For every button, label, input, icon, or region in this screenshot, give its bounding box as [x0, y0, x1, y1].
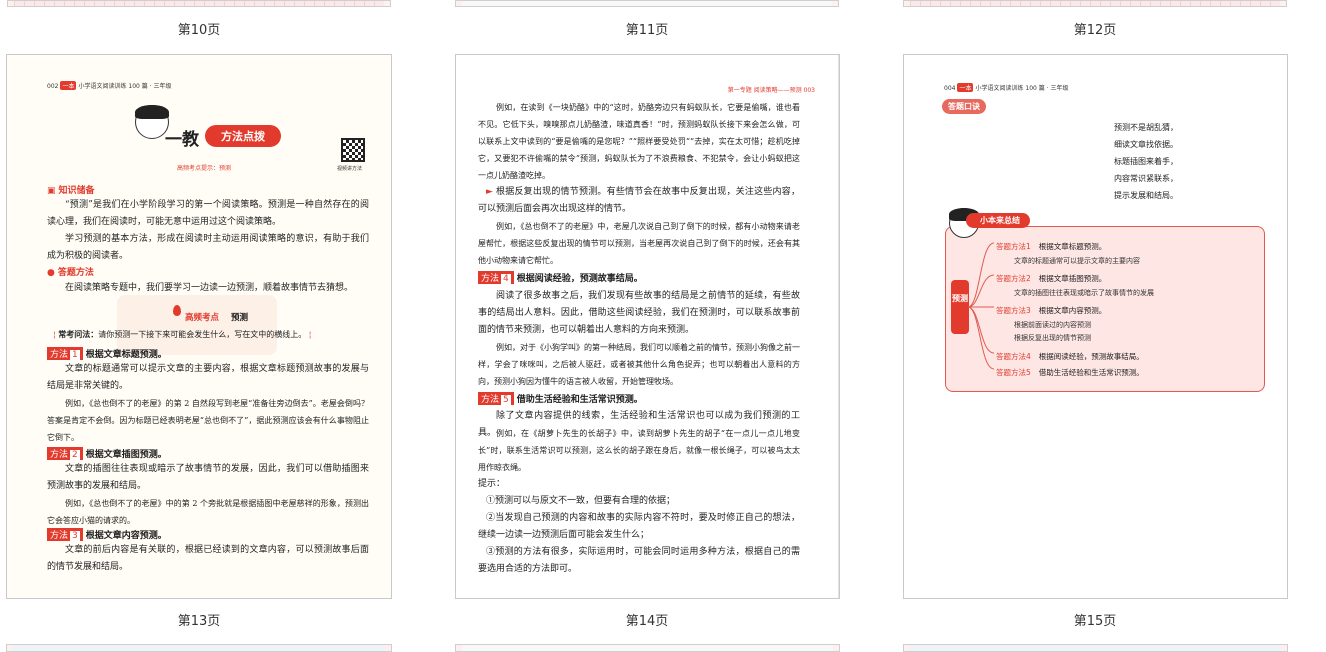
example-text: 例如，《总也倒不了的老屋》中的第 2 个旁批就是根据插图中老屋慈祥的形象，预测出…: [47, 499, 369, 525]
method-tag: 方法: [50, 450, 69, 460]
page-13-content: 002 一本 小学语文阅读训练 100 篇 · 三年级 一教 方法点拨 高频考点提示…: [7, 55, 391, 598]
paragraph: 阅读了很多故事之后，我们发现有些故事的结局是之前情节的延续，有些故事的结局出人意…: [478, 291, 800, 335]
running-head: 004: [944, 85, 956, 92]
book-title: 小学语文阅读训练 100 篇 · 三年级: [975, 85, 1069, 92]
method-tag: 方法: [50, 531, 69, 541]
tip-item: ②当发现自己预测的内容和故事的实际内容不符时，要及时修正自己的想法，继续一边读一…: [478, 513, 800, 540]
paragraph: 文章的前后内容是有关联的，根据已经读到的文章内容，可以预测故事后面的情节发展和结…: [47, 545, 369, 572]
paragraph: 在阅读策略专题中，我们要学习一边读一边预测，顺着故事情节去猜想。: [65, 283, 354, 293]
page-thumbnail-10[interactable]: [7, 0, 391, 7]
section-title: 方法点拨: [205, 125, 281, 147]
section-jiao: 一教: [165, 130, 199, 150]
location-pin-icon: ●: [47, 268, 55, 278]
ask-text: 请你预测一下接下来可能会发生什么，写在文中的横线上。: [98, 330, 307, 339]
paragraph: 学习预测的基本方法，形成在阅读时主动运用阅读策略的意识，有助于我们成为积极的阅读…: [47, 234, 369, 261]
method-tag: 方法: [50, 350, 69, 360]
method-tag: 方法: [481, 395, 500, 405]
mindmap-sub: 根据前面读过的内容预测: [1014, 321, 1091, 329]
poem-line: 提示发展和结局。: [1114, 191, 1178, 200]
mindmap-branches: [967, 242, 995, 370]
answer-rhyme-heading: 答题口诀: [942, 99, 986, 114]
method-number: 2: [70, 450, 80, 460]
page-label-12: 第12页: [1073, 23, 1117, 38]
example-text: 例如，《总也倒不了的老屋》中，老屋几次说自己到了倒下的时候，都有小动物来请老屋帮…: [478, 222, 800, 265]
method-number: 1: [70, 350, 80, 360]
knowledge-heading: 知识储备: [58, 186, 95, 196]
method-title: 借助生活经验和生活常识预测。: [516, 395, 643, 405]
page-label-15: 第15页: [1073, 614, 1117, 629]
method-title: 根据文章标题预测。: [85, 350, 167, 360]
example-text: 例如，对于《小狗学叫》的第一种结局，我们可以顺着之前的情节，预测小狗像之前一样，…: [478, 343, 800, 386]
page-edge: [838, 55, 839, 598]
page-thumbnail-15[interactable]: 004 一本 小学语文阅读训练 100 篇 · 三年级 答题口诀 预测不是胡乱猜， …: [903, 54, 1288, 599]
high-freq-label: 高频考点: [185, 313, 220, 323]
example-text: 例如，《总也倒不了的老屋》的第 2 自然段写到老屋“准备往旁边倒去”。老屋会倒吗…: [47, 399, 369, 442]
method-title: 根据阅读经验，预测故事结局。: [516, 274, 643, 284]
example-text: 例如，在《胡萝卜先生的长胡子》中，读到胡萝卜先生的胡子“在一点儿一点儿地变长”时…: [478, 429, 800, 472]
paragraph: 文章的标题通常可以提示文章的主要内容，根据文章标题预测故事的发展与结局是非常关键…: [47, 364, 369, 391]
arrow-icon: ►: [486, 187, 497, 197]
running-head: 第一专题 阅读策略——预测 003: [727, 87, 815, 94]
page-15-content: 004 一本 小学语文阅读训练 100 篇 · 三年级 答题口诀 预测不是胡乱猜， …: [904, 55, 1287, 598]
tip-item: ①预测可以与原文不一致，但要有合理的依据；: [486, 496, 676, 506]
tip-item: ③预测的方法有很多，实际运用时，可能会同时运用多种方法，根据自己的需要选用合适的…: [478, 547, 800, 574]
high-freq-topic: 预测: [231, 313, 249, 323]
paragraph: “预测”是我们在小学阶段学习的第一个阅读策略。预测是一种自然存在的阅读心理，我们…: [47, 200, 369, 227]
watermark: [117, 295, 277, 355]
mindmap-sub: 文章的插图往往表现或暗示了故事情节的发展: [1014, 289, 1154, 297]
ask-label: 常考问法：: [58, 330, 99, 339]
book-icon: ▣: [47, 186, 56, 196]
page-label-11: 第11页: [625, 23, 669, 38]
method-number: 3: [70, 531, 80, 541]
page-thumbnail-13[interactable]: 002 一本 小学语文阅读训练 100 篇 · 三年级 一教 方法点拨 高频考点提示…: [6, 54, 392, 599]
tips-label: 提示：: [478, 479, 506, 489]
page-thumbnail-16[interactable]: [6, 644, 392, 652]
book-title: 小学语文阅读训练 100 篇 · 三年级: [78, 83, 172, 90]
mindmap-branch: 答题方法3 根据文章内容预测。: [996, 306, 1107, 315]
mindmap-branch: 答题方法4 根据阅读经验，预测故事结局。: [996, 352, 1144, 361]
poem-line: 预测不是胡乱猜，: [1114, 123, 1178, 132]
brand-tag: 一本: [60, 81, 77, 90]
paragraph: 文章的插图往往表现或暗示了故事情节的发展，因此，我们可以借助插图来预测故事的发展…: [47, 464, 369, 491]
page-label-14: 第14页: [625, 614, 669, 629]
method-tag: 方法: [481, 274, 500, 284]
page-14-content: 第一专题 阅读策略——预测 003 例如，在读到《一块奶酪》中的“这时，奶酪旁边…: [456, 55, 839, 598]
method-number: 4: [501, 274, 511, 284]
page-thumbnail-12[interactable]: [903, 0, 1287, 7]
mindmap-branch: 答题方法2 根据文章插图预测。: [996, 274, 1107, 283]
example-text: 例如，在读到《一块奶酪》中的“这时，奶酪旁边只有蚂蚁队长，它要是偷嘴，谁也看不见…: [478, 103, 800, 180]
method-title: 根据文章插图预测。: [85, 450, 167, 460]
brand-tag: 一本: [957, 83, 974, 92]
mascot-illustration: [135, 105, 169, 139]
method-title: 根据文章内容预测。: [85, 531, 167, 541]
page-thumbnail-18[interactable]: [903, 644, 1288, 652]
summary-title: 小本来总结: [966, 213, 1030, 228]
mindmap-sub: 根据反复出现的情节预测: [1014, 334, 1091, 342]
page-label-13: 第13页: [177, 614, 221, 629]
page-thumbnail-14[interactable]: 第一专题 阅读策略——预测 003 例如，在读到《一块奶酪》中的“这时，奶酪旁边…: [455, 54, 840, 599]
poem-line: 内容常识紧联系，: [1114, 174, 1178, 183]
hint-text: 高频考点提示：预测: [177, 165, 232, 172]
poem-line: 细读文章找依据。: [1114, 140, 1178, 149]
document-page-grid: 第10页 第11页 第12页 002 一本 小学语文阅读训练 100 篇 · 三年级…: [0, 0, 1326, 652]
flame-icon: [173, 305, 181, 316]
page-label-10: 第10页: [177, 23, 221, 38]
method-number: 5: [501, 395, 511, 405]
page-thumbnail-17[interactable]: [455, 644, 840, 652]
paragraph: 根据反复出现的情节预测。有些情节会在故事中反复出现，关注这些内容，可以预测后面会…: [478, 187, 800, 214]
mindmap-branch: 答题方法5 借助生活经验和生活常识预测。: [996, 368, 1144, 377]
poem-line: 标题插图来着手，: [1114, 157, 1178, 166]
mindmap-branch: 答题方法1 根据文章标题预测。: [996, 242, 1107, 251]
page-thumbnail-11[interactable]: [455, 0, 839, 7]
qr-caption: 视频讲方法: [337, 166, 363, 172]
running-head: 002: [47, 83, 59, 90]
method-heading: 答题方法: [57, 268, 94, 278]
mindmap-sub: 文章的标题通常可以提示文章的主要内容: [1014, 257, 1140, 265]
qr-code[interactable]: [341, 138, 365, 162]
